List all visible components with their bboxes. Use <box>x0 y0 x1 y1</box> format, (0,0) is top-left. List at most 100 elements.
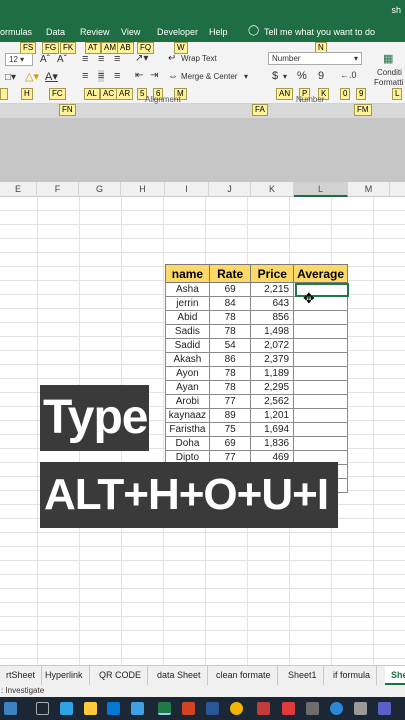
cell-average[interactable] <box>293 380 348 395</box>
column-header-l[interactable]: L <box>294 182 348 197</box>
app-icon-5[interactable] <box>354 702 367 715</box>
cell-average[interactable] <box>293 408 348 423</box>
cell-price[interactable]: 2,295 <box>250 380 295 395</box>
merge-center-icon[interactable]: ⇔ <box>168 71 178 82</box>
cell-name[interactable]: Ayon <box>165 366 210 381</box>
sheet-tab-hyperlink[interactable]: Hyperlink <box>39 666 90 685</box>
cell-rate[interactable]: 89 <box>208 408 252 423</box>
cell-price[interactable]: 856 <box>250 310 295 325</box>
conditional-formatting-icon[interactable]: ▦ <box>383 52 393 65</box>
column-header-m[interactable]: M <box>348 182 390 197</box>
currency-dropdown-icon[interactable]: ▾ <box>283 72 287 81</box>
cell-price[interactable]: 1,201 <box>250 408 295 423</box>
decrease-font-icon[interactable]: Aˇ <box>57 54 67 65</box>
cell-average[interactable] <box>293 310 348 325</box>
column-header-g[interactable]: G <box>79 182 121 197</box>
tell-me-search[interactable]: Tell me what you want to do <box>264 27 375 37</box>
cell-average[interactable] <box>293 394 348 409</box>
cell-rate[interactable]: 86 <box>208 352 252 367</box>
sheet-tab-if-formula[interactable]: if formula <box>327 666 378 685</box>
cell-average[interactable] <box>293 352 348 367</box>
wrap-text-button[interactable]: Wrap Text <box>181 54 217 63</box>
powerpoint-icon[interactable] <box>182 702 195 715</box>
wrap-text-icon[interactable]: ↵ <box>168 53 176 64</box>
column-header-e[interactable]: E <box>0 182 37 197</box>
store-icon[interactable] <box>131 702 144 715</box>
cell-price[interactable]: 1,498 <box>250 324 295 339</box>
cell-rate[interactable]: 78 <box>208 310 252 325</box>
increase-decimal-icon[interactable]: ←.0 <box>340 70 357 80</box>
sheet-tab-rtsheet[interactable]: rtSheet <box>0 666 43 685</box>
chrome-icon[interactable] <box>230 702 243 715</box>
align-middle-icon[interactable]: ≡ <box>98 53 104 65</box>
increase-font-icon[interactable]: Aˆ <box>40 54 50 65</box>
column-header-k[interactable]: K <box>251 182 294 197</box>
align-top-icon[interactable]: ≡ <box>82 53 88 65</box>
cell-name[interactable]: Akash <box>165 352 210 367</box>
cell-rate[interactable]: 78 <box>208 324 252 339</box>
cell-rate[interactable]: 78 <box>208 380 252 395</box>
align-left-icon[interactable]: ≡ <box>82 70 88 82</box>
number-format-select[interactable]: Number ▾ <box>268 52 362 65</box>
tab-help[interactable]: Help <box>209 27 228 37</box>
sheet-tab-data-sheet[interactable]: data Sheet <box>151 666 208 685</box>
cell-rate[interactable]: 69 <box>208 436 252 451</box>
word-icon[interactable] <box>206 702 219 715</box>
conditional-formatting-label-2[interactable]: Formatti <box>374 78 403 87</box>
increase-indent-icon[interactable]: ⇥ <box>150 70 158 81</box>
cell-rate[interactable]: 54 <box>208 338 252 353</box>
column-header-h[interactable]: H <box>121 182 165 197</box>
sheet-tab-clean-formate[interactable]: clean formate <box>210 666 278 685</box>
cell-average[interactable] <box>293 338 348 353</box>
mail-icon[interactable] <box>107 702 120 715</box>
cell-name[interactable]: Asha <box>165 282 210 297</box>
app-icon-4[interactable] <box>330 702 343 715</box>
font-color-icon[interactable]: A▾ <box>45 70 58 83</box>
file-explorer-icon[interactable] <box>84 702 97 715</box>
align-center-icon[interactable]: ≡ <box>98 70 105 82</box>
cell-name[interactable]: Ayan <box>165 380 210 395</box>
cell-name[interactable]: jerrin <box>165 296 210 311</box>
cell-name[interactable]: kaynaaz <box>165 408 210 423</box>
app-icon-3[interactable] <box>306 702 319 715</box>
cell-name[interactable]: Arobi <box>165 394 210 409</box>
cell-name[interactable]: Abid <box>165 310 210 325</box>
sheet-tab-active[interactable]: She <box>385 666 405 685</box>
cell-price[interactable]: 2,562 <box>250 394 295 409</box>
decrease-indent-icon[interactable]: ⇤ <box>135 70 143 81</box>
tab-view[interactable]: View <box>121 27 140 37</box>
cell-name[interactable]: Doha <box>165 436 210 451</box>
sheet-tab-sheet1[interactable]: Sheet1 <box>282 666 324 685</box>
app-icon-1[interactable] <box>257 702 270 715</box>
cell-price[interactable]: 1,836 <box>250 436 295 451</box>
align-right-icon[interactable]: ≡ <box>114 70 120 82</box>
cell-price[interactable]: 2,215 <box>250 282 295 297</box>
tab-formulas[interactable]: ormulas <box>0 27 32 37</box>
column-header-i[interactable]: I <box>165 182 209 197</box>
cell-rate[interactable]: 78 <box>208 366 252 381</box>
tab-review[interactable]: Review <box>80 27 110 37</box>
header-rate[interactable]: Rate <box>208 264 252 283</box>
currency-button[interactable]: $ <box>272 70 278 82</box>
cell-average[interactable] <box>293 422 348 437</box>
fill-color-icon[interactable]: △▾ <box>25 70 39 83</box>
edge-icon[interactable] <box>60 702 73 715</box>
cell-name[interactable]: Sadid <box>165 338 210 353</box>
font-size-select[interactable]: 12 ▾ <box>5 53 33 66</box>
header-name[interactable]: name <box>165 264 210 283</box>
cell-name[interactable]: Sadis <box>165 324 210 339</box>
cell-price[interactable]: 1,189 <box>250 366 295 381</box>
column-header-f[interactable]: F <box>37 182 79 197</box>
start-icon[interactable] <box>4 702 17 715</box>
cell-rate[interactable]: 75 <box>208 422 252 437</box>
app-icon-2[interactable] <box>282 702 295 715</box>
cell-average[interactable] <box>293 436 348 451</box>
cell-average[interactable] <box>293 324 348 339</box>
cell-price[interactable]: 1,694 <box>250 422 295 437</box>
merge-dropdown-icon[interactable]: ▾ <box>244 72 248 81</box>
tab-developer[interactable]: Developer <box>157 27 198 37</box>
align-bottom-icon[interactable]: ≡ <box>114 53 120 65</box>
sheet-tab-qr-code[interactable]: QR CODE <box>93 666 149 685</box>
cell-rate[interactable]: 69 <box>208 282 252 297</box>
header-average[interactable]: Average <box>293 264 348 283</box>
